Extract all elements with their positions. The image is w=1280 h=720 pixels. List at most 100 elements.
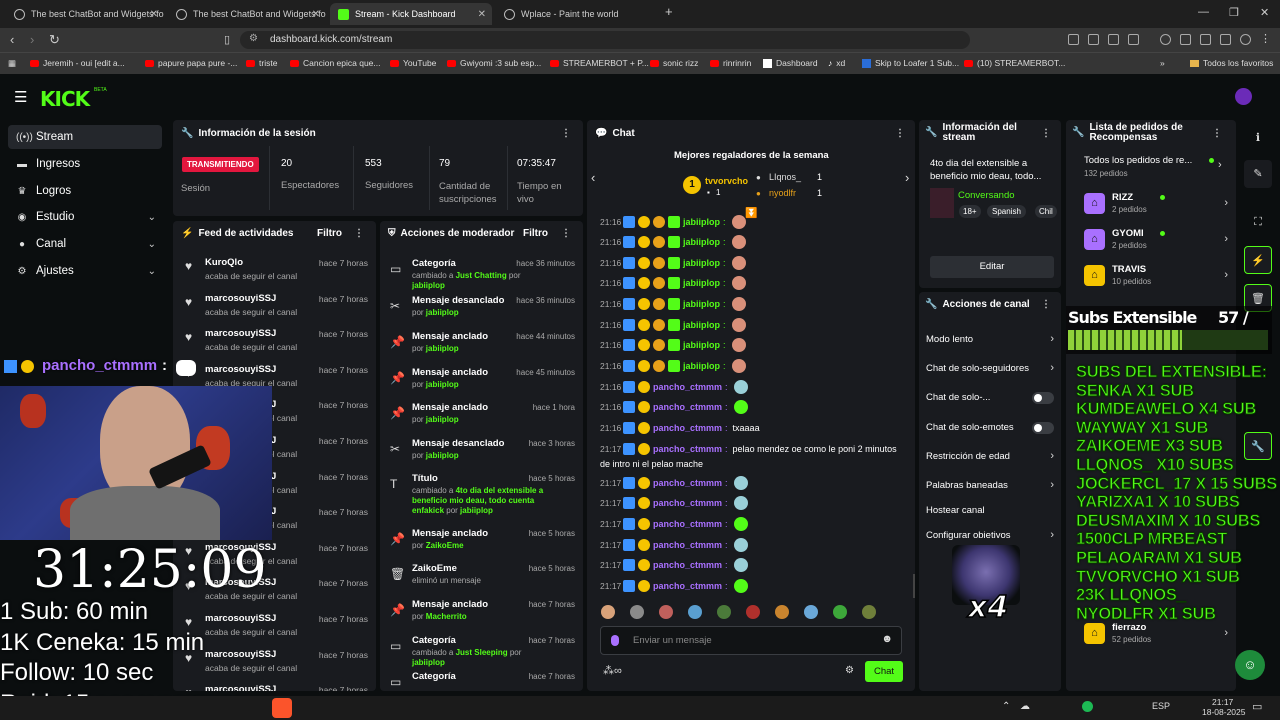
points-icon[interactable]: ⁂∞ bbox=[603, 664, 622, 677]
bookmark-item[interactable]: rinrinrin bbox=[710, 58, 751, 68]
detail-user[interactable]: jabiiplop bbox=[460, 506, 493, 515]
browser-tab[interactable]: The best ChatBot and Widgets for Kic✕ bbox=[6, 3, 164, 25]
browser-tab-active[interactable]: Stream - Kick Dashboard ✕ bbox=[330, 3, 492, 25]
reward-item[interactable]: ⌂ fierrazo 52 pedidos › bbox=[1084, 619, 1234, 649]
more-options-icon[interactable]: ⋮ bbox=[561, 128, 571, 139]
bookmark-item[interactable]: triste bbox=[246, 58, 277, 68]
more-options-icon[interactable]: ⋮ bbox=[1041, 299, 1051, 310]
bookmark-item[interactable]: STREAMERBOT + P... bbox=[550, 58, 649, 68]
chat-username[interactable]: pancho_ctmmm bbox=[653, 402, 722, 412]
chat-message[interactable]: 21:16 jabiiplop: bbox=[600, 336, 746, 354]
spotify-icon[interactable] bbox=[1082, 701, 1093, 712]
emote-icon[interactable] bbox=[630, 605, 644, 619]
minimize-icon[interactable]: — bbox=[1198, 6, 1209, 18]
more-options-icon[interactable]: ⋮ bbox=[354, 228, 364, 239]
chat-message[interactable]: 21:16 pancho_ctmmm: bbox=[600, 378, 748, 396]
music-icon[interactable] bbox=[1160, 34, 1171, 45]
sidebar-item-ingresos[interactable]: ▬ Ingresos bbox=[8, 152, 162, 176]
clock-time[interactable]: 21:17 bbox=[1212, 697, 1233, 707]
sidebar-icon[interactable] bbox=[1180, 34, 1191, 45]
emote-icon[interactable] bbox=[601, 605, 615, 619]
chat-message[interactable]: 21:16 pancho_ctmmm: txaaaa bbox=[600, 419, 760, 437]
detail-user[interactable]: jabiiplop bbox=[426, 308, 459, 317]
reward-item[interactable]: ⌂ RIZZ 2 pedidos › bbox=[1084, 189, 1234, 219]
apps-icon[interactable]: ▦ bbox=[8, 58, 16, 69]
bookmark-folder[interactable]: Todos los favoritos bbox=[1190, 58, 1273, 68]
close-icon[interactable]: ✕ bbox=[478, 9, 486, 20]
chevron-right-icon[interactable]: › bbox=[905, 170, 909, 185]
expand-icon[interactable]: ⛶ bbox=[1244, 208, 1272, 236]
tool-icon[interactable]: 🔧 bbox=[1244, 432, 1272, 460]
emote-icon[interactable] bbox=[862, 605, 876, 619]
collections-icon[interactable] bbox=[1200, 34, 1211, 45]
chat-message[interactable]: 21:16 jabiiplop: bbox=[600, 357, 746, 375]
chat-username[interactable]: jabiiplop bbox=[683, 217, 720, 227]
emote-icon[interactable] bbox=[804, 605, 818, 619]
feed-item[interactable]: ♥ marcosouyiSSJ acaba de seguir el canal ha… bbox=[173, 324, 376, 360]
new-tab-icon[interactable]: + bbox=[665, 4, 673, 19]
chat-message[interactable]: 21:17 pancho_ctmmm: bbox=[600, 577, 748, 595]
scroll-down-icon[interactable]: ⏬ bbox=[745, 208, 757, 219]
extension-icon[interactable] bbox=[1128, 34, 1139, 45]
url-field[interactable]: ⚙ dashboard.kick.com/stream bbox=[240, 31, 970, 49]
bookmark-item[interactable]: Gwiyomi :3 sub esp... bbox=[447, 58, 541, 68]
keyboard-language[interactable]: ESP bbox=[1152, 701, 1170, 711]
toggle-switch[interactable] bbox=[1032, 422, 1054, 434]
chat-message[interactable]: 21:17 pancho_ctmmm: bbox=[600, 536, 748, 554]
sidebar-item-canal[interactable]: ● Canal ⌄ bbox=[8, 232, 162, 256]
chat-message[interactable]: 21:16 jabiiplop: bbox=[600, 213, 746, 231]
emote-icon[interactable] bbox=[746, 605, 760, 619]
edit-button[interactable]: Editar bbox=[930, 256, 1054, 278]
more-options-icon[interactable]: ⋮ bbox=[561, 228, 571, 239]
reward-item[interactable]: ⌂ TRAVIS 10 pedidos › bbox=[1084, 261, 1234, 291]
chat-username[interactable]: jabiiplop bbox=[683, 299, 720, 309]
emote-icon[interactable] bbox=[775, 605, 789, 619]
sidebar-item-logros[interactable]: ♛ Logros bbox=[8, 179, 162, 203]
mod-action-item[interactable]: 📌 Mensaje anclado hace 45 minutos por jabii… bbox=[380, 365, 583, 399]
mic-icon[interactable] bbox=[611, 635, 619, 646]
chat-username[interactable]: pancho_ctmmm bbox=[653, 498, 722, 508]
reload-icon[interactable]: ↻ bbox=[49, 32, 60, 48]
chat-username[interactable]: pancho_ctmmm bbox=[653, 560, 722, 570]
forward-icon[interactable]: › bbox=[30, 32, 34, 47]
chat-username[interactable]: pancho_ctmmm bbox=[653, 478, 722, 488]
bookmark-item[interactable]: Jeremih - oui [edit a... bbox=[30, 58, 125, 68]
browser-tab[interactable]: Wplace - Paint the world bbox=[496, 3, 654, 25]
chat-message[interactable]: 21:16 jabiiplop: bbox=[600, 254, 746, 272]
more-bookmarks-icon[interactable]: » bbox=[1160, 58, 1165, 68]
detail-user[interactable]: ZaikoEme bbox=[426, 541, 464, 550]
extension-icon[interactable] bbox=[1068, 34, 1079, 45]
detail-user[interactable]: Macherrito bbox=[426, 612, 467, 621]
chat-username[interactable]: pancho_ctmmm bbox=[653, 423, 722, 433]
mod-action-item[interactable]: T Título hace 5 horas cambiado a 4to dia de… bbox=[380, 471, 583, 515]
support-chat-icon[interactable]: ☺ bbox=[1235, 650, 1265, 680]
extension-icon[interactable] bbox=[1088, 34, 1099, 45]
chat-message[interactable]: 21:16 pancho_ctmmm: bbox=[600, 398, 748, 416]
clock-date[interactable]: 18-08-2025 bbox=[1202, 707, 1245, 717]
chat-username[interactable]: pancho_ctmmm bbox=[653, 519, 722, 529]
detail-user[interactable]: jabiiplop bbox=[412, 658, 445, 667]
mod-action-item[interactable]: ✂ Mensaje desanclado hace 36 minutos por ja… bbox=[380, 293, 583, 327]
chat-message[interactable]: 21:16 jabiiplop: bbox=[600, 295, 746, 313]
category-label[interactable]: Conversando bbox=[958, 190, 1015, 201]
chat-username[interactable]: jabiiplop bbox=[683, 340, 720, 350]
feed-item[interactable]: ♥ marcosouyiSSJ acaba de seguir el canal ha… bbox=[173, 289, 376, 325]
mod-action-item[interactable]: 📌 Mensaje anclado hace 5 horas por ZaikoEme bbox=[380, 526, 583, 560]
menu-dots-icon[interactable]: ⋮ bbox=[1260, 32, 1271, 45]
bookmark-item[interactable]: YouTube bbox=[390, 58, 436, 68]
bookmark-item[interactable]: Cancion epica que... bbox=[290, 58, 381, 68]
mod-action-item[interactable]: 📌 Mensaje anclado hace 1 hora por jabiiplop bbox=[380, 400, 583, 434]
chat-username[interactable]: jabiiplop bbox=[683, 361, 720, 371]
chat-message[interactable]: 21:17 pancho_ctmmm: bbox=[600, 556, 748, 574]
send-chat-button[interactable]: Chat bbox=[865, 661, 903, 682]
mod-action-item[interactable]: ✂ Mensaje desanclado hace 3 horas por jabii… bbox=[380, 436, 583, 470]
chevron-up-icon[interactable]: ⌃ bbox=[1002, 701, 1010, 712]
bookmark-item[interactable]: (10) STREAMERBOT... bbox=[964, 58, 1065, 68]
channel-action-item[interactable]: Palabras baneadas › bbox=[926, 479, 1056, 494]
info-icon[interactable]: ℹ bbox=[1244, 124, 1272, 152]
chat-message[interactable]: 21:17 pancho_ctmmm: bbox=[600, 474, 748, 492]
toggle-switch[interactable] bbox=[1032, 392, 1054, 404]
mod-action-item[interactable]: ▭ Categoría hace 7 horas bbox=[380, 669, 583, 691]
chat-username[interactable]: pancho_ctmmm bbox=[653, 540, 722, 550]
close-icon[interactable]: ✕ bbox=[312, 9, 320, 20]
